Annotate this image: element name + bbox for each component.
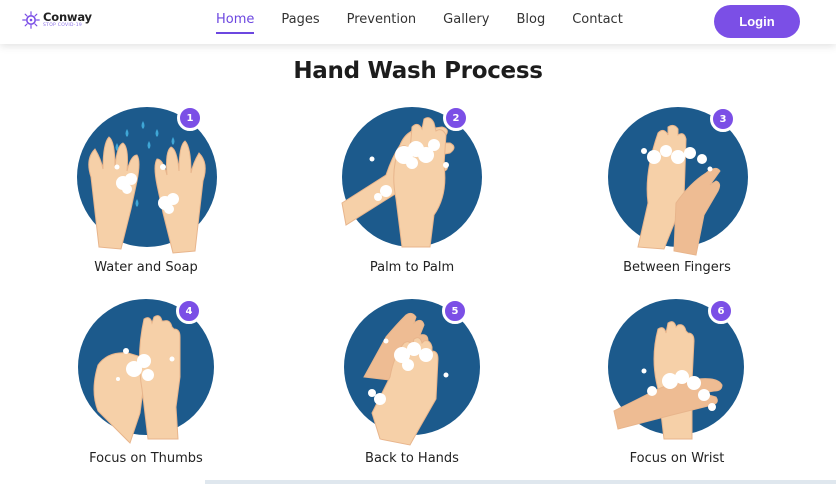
step-number-badge: 4 bbox=[176, 298, 202, 324]
step-number-badge: 6 bbox=[708, 298, 734, 324]
nav-link-blog[interactable]: Blog bbox=[516, 12, 545, 27]
step-card-water-and-soap: 1 bbox=[77, 105, 217, 254]
nav-link-gallery[interactable]: Gallery bbox=[443, 12, 489, 27]
login-button[interactable]: Login bbox=[714, 5, 800, 38]
navbar: Conway STOP COVID-19 Home Pages Preventi… bbox=[0, 0, 836, 44]
step-card-palm-to-palm: 2 bbox=[341, 105, 482, 248]
nav-link-pages[interactable]: Pages bbox=[281, 12, 319, 27]
step-number-badge: 3 bbox=[710, 106, 736, 132]
step-card-focus-on-wrist: 6 bbox=[608, 298, 748, 440]
step-label: Focus on Wrist bbox=[629, 451, 725, 466]
step-label: Back to Hands bbox=[365, 451, 459, 466]
nav-link-home[interactable]: Home bbox=[216, 12, 255, 34]
step-number-badge: 2 bbox=[443, 105, 469, 131]
logo-tagline: STOP COVID-19 bbox=[43, 23, 83, 28]
logo-name: Conway bbox=[43, 9, 92, 24]
virus-logo-icon bbox=[22, 11, 40, 29]
logo[interactable]: Conway STOP COVID-19 bbox=[22, 11, 92, 29]
step-label: Water and Soap bbox=[94, 260, 198, 275]
step-card-back-to-hands: 5 bbox=[342, 298, 482, 446]
step-card-between-fingers: 3 bbox=[608, 106, 748, 256]
main-nav: Home Pages Prevention Gallery Blog Conta… bbox=[216, 12, 650, 34]
step-label: Palm to Palm bbox=[369, 260, 455, 275]
step-card-focus-on-thumbs: 4 bbox=[78, 298, 218, 444]
step-label: Between Fingers bbox=[623, 260, 731, 275]
step-label: Focus on Thumbs bbox=[89, 451, 203, 466]
step-number-badge: 1 bbox=[177, 105, 203, 131]
step-number-badge: 5 bbox=[442, 298, 468, 324]
nav-link-prevention[interactable]: Prevention bbox=[347, 12, 417, 27]
nav-link-contact[interactable]: Contact bbox=[572, 12, 623, 27]
section-title: Hand Wash Process bbox=[293, 58, 543, 84]
footer-edge bbox=[205, 480, 836, 484]
